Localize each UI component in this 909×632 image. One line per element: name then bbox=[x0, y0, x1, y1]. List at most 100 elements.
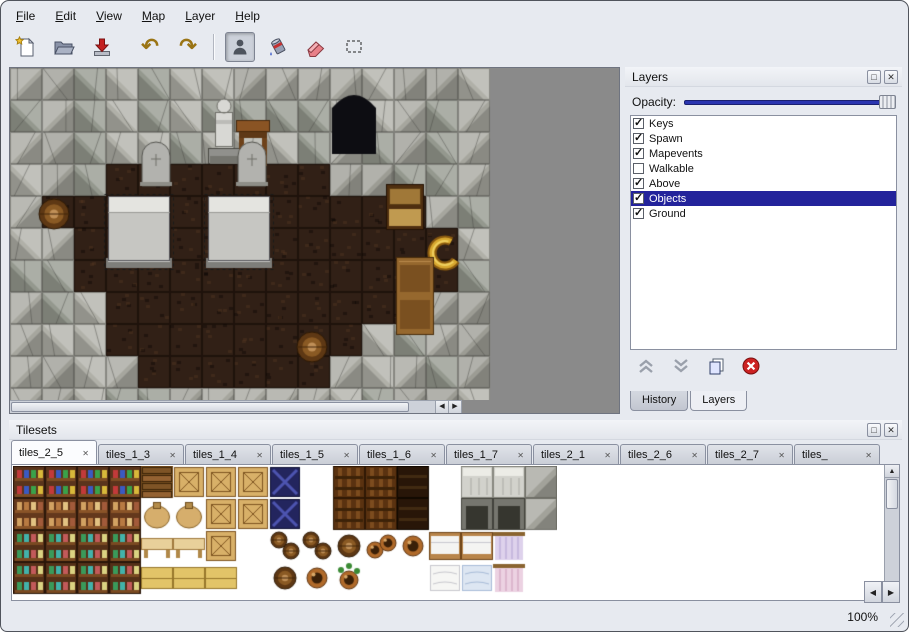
float-panel-button[interactable]: □ bbox=[867, 70, 881, 84]
layer-list: ✓ Keys ✓ Spawn ✓ Mapevents ✓ Walkable ✓ … bbox=[630, 115, 897, 350]
scrollbar-thumb[interactable] bbox=[886, 479, 898, 509]
save-button[interactable] bbox=[87, 32, 117, 62]
close-tab-icon[interactable]: ✕ bbox=[865, 451, 872, 460]
menu-help[interactable]: Help bbox=[226, 6, 269, 26]
scroll-up-icon[interactable]: ▲ bbox=[885, 465, 899, 478]
close-tab-icon[interactable]: ✕ bbox=[691, 451, 698, 460]
opacity-slider-handle[interactable] bbox=[879, 95, 896, 109]
status-bar: 100% bbox=[1, 603, 908, 631]
redo-button[interactable]: ↷ bbox=[173, 32, 203, 62]
menu-file[interactable]: File bbox=[7, 6, 44, 26]
map-viewport[interactable]: ◀ ▶ bbox=[9, 67, 620, 414]
layer-row-keys[interactable]: ✓ Keys bbox=[631, 116, 896, 131]
tabs-scroll-left-icon[interactable]: ◀ bbox=[864, 581, 882, 603]
layer-row-walkable[interactable]: ✓ Walkable bbox=[631, 161, 896, 176]
open-button[interactable] bbox=[49, 32, 79, 62]
tileset-tab[interactable]: tiles_2_6 ✕ bbox=[620, 444, 706, 465]
tileset-tab[interactable]: tiles_✕ bbox=[794, 444, 880, 465]
menu-map[interactable]: Map bbox=[133, 6, 174, 26]
layer-row-mapevents[interactable]: ✓ Mapevents bbox=[631, 146, 896, 161]
tileset-canvas[interactable] bbox=[13, 466, 557, 600]
eraser-tool-icon bbox=[305, 36, 327, 58]
tileset-tab[interactable]: tiles_2_7✕ bbox=[707, 444, 793, 465]
close-tab-icon[interactable]: ✕ bbox=[430, 451, 437, 460]
close-tab-icon[interactable]: ✕ bbox=[517, 451, 524, 460]
stamp-tool-button[interactable] bbox=[225, 32, 255, 62]
tileset-tab[interactable]: tiles_1_6 ✕ bbox=[359, 444, 445, 465]
layer-name: Keys bbox=[649, 118, 673, 130]
tileset-tab-label: tiles_1_7 bbox=[454, 449, 498, 461]
layer-visibility-checkbox[interactable]: ✓ bbox=[633, 163, 644, 174]
raise-layer-icon bbox=[636, 356, 656, 376]
tab-history[interactable]: History bbox=[630, 391, 688, 411]
undo-button[interactable]: ↶ bbox=[135, 32, 165, 62]
close-panel-button[interactable]: ✕ bbox=[884, 70, 898, 84]
layers-panel-title: Layers bbox=[632, 70, 668, 84]
eraser-tool-button[interactable] bbox=[301, 32, 331, 62]
toolbar-separator bbox=[213, 34, 215, 60]
layer-row-ground[interactable]: ✓ Ground bbox=[631, 206, 896, 221]
layer-name: Above bbox=[649, 178, 680, 190]
check-icon: ✓ bbox=[634, 116, 643, 129]
layer-visibility-checkbox[interactable]: ✓ bbox=[633, 178, 644, 189]
layer-visibility-checkbox[interactable]: ✓ bbox=[633, 148, 644, 159]
tileset-tab[interactable]: tiles_1_5✕ bbox=[272, 444, 358, 465]
close-tab-icon[interactable]: ✕ bbox=[82, 449, 89, 458]
new-file-button[interactable] bbox=[11, 32, 41, 62]
tileset-tab[interactable]: tiles_1_3✕ bbox=[98, 444, 184, 465]
layers-panel: Layers □ ✕ Opacity: ✓ Keys ✓ Spawn ✓ bbox=[625, 67, 902, 414]
map-horizontal-scrollbar[interactable]: ◀ ▶ bbox=[10, 400, 462, 413]
tileset-tab[interactable]: tiles_2_5✕ bbox=[11, 440, 97, 465]
tileset-tab[interactable]: tiles_1_7 ✕ bbox=[446, 444, 532, 465]
layer-visibility-checkbox[interactable]: ✓ bbox=[633, 118, 644, 129]
tileset-tab-label: tiles_2_6 bbox=[628, 449, 672, 461]
close-tab-icon[interactable]: ✕ bbox=[169, 451, 176, 460]
layer-row-above[interactable]: ✓ Above bbox=[631, 176, 896, 191]
close-panel-button[interactable]: ✕ bbox=[884, 423, 898, 437]
layer-name: Spawn bbox=[649, 133, 683, 145]
select-tool-icon bbox=[343, 36, 365, 58]
tileset-tab-label: tiles_1_6 bbox=[367, 449, 411, 461]
lower-layer-icon bbox=[671, 356, 691, 376]
delete-layer-icon bbox=[741, 356, 761, 376]
menu-edit[interactable]: Edit bbox=[46, 6, 85, 26]
map-canvas[interactable] bbox=[10, 68, 619, 400]
check-icon: ✓ bbox=[634, 206, 643, 219]
tileset-tab-label: tiles_2_1 bbox=[541, 449, 585, 461]
layer-name: Objects bbox=[649, 193, 686, 205]
stamp-tool-icon bbox=[230, 37, 250, 57]
raise-layer-button[interactable] bbox=[633, 354, 659, 378]
scroll-left-icon[interactable]: ◀ bbox=[435, 401, 448, 413]
tab-layers[interactable]: Layers bbox=[690, 391, 747, 411]
close-tab-icon[interactable]: ✕ bbox=[343, 451, 350, 460]
float-panel-button[interactable]: □ bbox=[867, 423, 881, 437]
close-tab-icon[interactable]: ✕ bbox=[778, 451, 785, 460]
layer-visibility-checkbox[interactable]: ✓ bbox=[633, 133, 644, 144]
scroll-right-icon[interactable]: ▶ bbox=[448, 401, 461, 413]
menu-view[interactable]: View bbox=[87, 6, 131, 26]
tileset-tab[interactable]: tiles_2_1 ✕ bbox=[533, 444, 619, 465]
lower-layer-button[interactable] bbox=[668, 354, 694, 378]
duplicate-layer-button[interactable] bbox=[703, 354, 729, 378]
menu-layer[interactable]: Layer bbox=[176, 6, 224, 26]
layer-row-objects[interactable]: ✓ Objects bbox=[631, 191, 896, 206]
layer-row-spawn[interactable]: ✓ Spawn bbox=[631, 131, 896, 146]
layer-visibility-checkbox[interactable]: ✓ bbox=[633, 193, 644, 204]
tileset-tab[interactable]: tiles_1_4✕ bbox=[185, 444, 271, 465]
opacity-row: Opacity: bbox=[632, 93, 896, 111]
redo-icon: ↷ bbox=[179, 37, 197, 57]
scrollbar-thumb[interactable] bbox=[11, 402, 409, 412]
opacity-slider[interactable] bbox=[684, 94, 896, 110]
tileset-vertical-scrollbar[interactable]: ▲ ▼ bbox=[884, 465, 899, 600]
close-tab-icon[interactable]: ✕ bbox=[604, 451, 611, 460]
check-icon: ✓ bbox=[634, 146, 643, 159]
delete-layer-button[interactable] bbox=[738, 354, 764, 378]
close-tab-icon[interactable]: ✕ bbox=[256, 451, 263, 460]
layer-visibility-checkbox[interactable]: ✓ bbox=[633, 208, 644, 219]
select-tool-button[interactable] bbox=[339, 32, 369, 62]
t abs-scroll-right-icon[interactable]: ▶ bbox=[882, 581, 900, 603]
fill-tool-button[interactable] bbox=[263, 32, 293, 62]
resize-grip[interactable] bbox=[890, 613, 904, 627]
layer-name: Mapevents bbox=[649, 148, 703, 160]
fill-tool-icon bbox=[267, 36, 289, 58]
